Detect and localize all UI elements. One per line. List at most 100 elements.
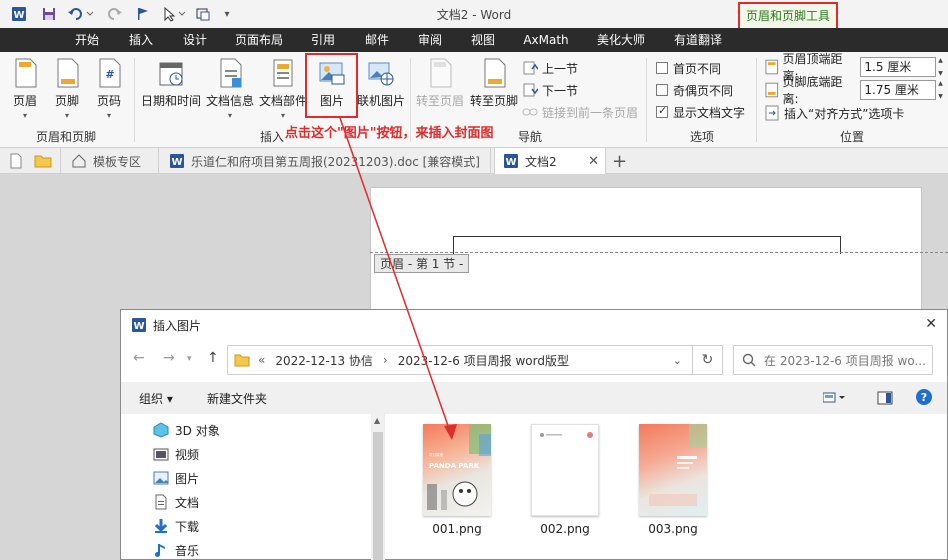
back-arrow-icon[interactable]: ← — [133, 350, 145, 366]
different-odd-even-checkbox[interactable]: 奇偶页不同 — [656, 80, 733, 100]
quickparts-button[interactable]: 文档部件 ▾ — [258, 58, 308, 120]
checkbox-checked-icon[interactable] — [656, 104, 668, 118]
address-bar[interactable]: « 2022-12-13 协信 › 2023-12-6 项目周报 word版型 … — [227, 345, 693, 375]
template-zone-tab[interactable]: 模板专区 — [60, 148, 151, 174]
file-item-003[interactable]: 003.png — [633, 424, 713, 536]
sidebar-item-videos[interactable]: 视频 — [153, 443, 199, 465]
preview-pane-icon[interactable] — [877, 391, 893, 408]
spinner-arrows-icon[interactable]: ▲ ▼ — [938, 80, 948, 100]
breadcrumb-segment[interactable]: 2022-12-13 协信 — [275, 352, 373, 369]
checkbox-icon[interactable] — [656, 62, 668, 74]
file-thumbnail: 项目周报 PANDA PARK — [423, 424, 491, 516]
sidebar-item-music[interactable]: 音乐 — [153, 539, 199, 560]
tab-review[interactable]: 审阅 — [407, 28, 453, 52]
breadcrumb-segment[interactable]: 2023-12-6 项目周报 word版型 — [398, 352, 569, 369]
tab-view[interactable]: 视图 — [460, 28, 506, 52]
sidebar-item-documents[interactable]: 文档 — [153, 491, 199, 513]
insert-picture-dialog: W 插入图片 ✕ ← → ▾ ↑ « 2022-12-13 协信 › 2023-… — [120, 309, 948, 560]
docinfo-button[interactable]: 文档信息 ▾ — [204, 58, 256, 120]
close-tab-icon[interactable]: ✕ — [588, 154, 599, 169]
document-info-icon — [220, 58, 242, 88]
scrollbar-thumb[interactable] — [373, 432, 383, 560]
spinner-arrows-icon[interactable]: ▲ ▼ — [938, 57, 948, 77]
scroll-up-icon[interactable]: ▲ — [374, 416, 380, 425]
page-number-label: 页码 — [96, 94, 121, 108]
goto-header-button[interactable]: 转至页眉 — [414, 58, 466, 109]
help-icon[interactable]: ? — [915, 388, 933, 409]
sidebar-label: 文档 — [175, 495, 200, 510]
sidebar-item-pictures[interactable]: 图片 — [153, 467, 199, 489]
new-document-icon[interactable] — [8, 148, 24, 174]
tab-axmath[interactable]: AxMath — [516, 28, 576, 52]
svg-text:#: # — [105, 68, 114, 81]
header-top-distance-input[interactable]: 1.5 厘米 — [860, 57, 937, 77]
tab-insert[interactable]: 插入 — [116, 28, 166, 52]
calendar-icon — [159, 62, 183, 86]
up-arrow-icon[interactable]: ↑ — [207, 350, 219, 366]
view-options-icon[interactable] — [822, 392, 847, 407]
cover-preview: 项目周报 PANDA PARK — [427, 424, 491, 510]
show-document-text-checkbox[interactable]: 显示文档文字 — [656, 102, 745, 122]
footer-button[interactable]: 页脚 ▾ — [50, 58, 84, 120]
checkbox-icon[interactable] — [656, 84, 668, 96]
tab-references[interactable]: 引用 — [300, 28, 346, 52]
footer-bottom-distance-input[interactable]: 1.75 厘米 — [860, 80, 937, 100]
navigation-scrollbar[interactable]: ▲ — [371, 414, 385, 560]
different-first-page-label: 首页不同 — [673, 61, 722, 76]
header-button[interactable]: 页眉 ▾ — [8, 58, 42, 120]
datetime-button[interactable]: 日期和时间 — [140, 58, 202, 109]
close-icon[interactable]: ✕ — [925, 316, 937, 332]
different-first-page-checkbox[interactable]: 首页不同 — [656, 58, 721, 78]
group-label-options: 选项 — [690, 130, 715, 144]
search-input[interactable]: 在 2023-12-6 项目周报 wo... — [733, 345, 933, 375]
word-logo-icon: W — [132, 318, 146, 332]
tab-youdao[interactable]: 有道翻译 — [665, 28, 731, 52]
prev-section-button[interactable]: 上一节 — [522, 58, 578, 78]
sidebar-label: 图片 — [175, 471, 200, 486]
recent-dropdown-icon[interactable]: ▾ — [187, 354, 192, 364]
alignment-tab-icon — [765, 105, 779, 121]
file-name: 001.png — [432, 522, 482, 536]
tab-page-layout[interactable]: 页面布局 — [226, 28, 292, 52]
breadcrumb-overflow[interactable]: « — [258, 353, 265, 367]
insert-alignment-tab-button[interactable]: 插入“对齐方式”选项卡 — [764, 103, 904, 123]
refresh-icon[interactable]: ↻ — [693, 345, 723, 375]
sidebar-item-downloads[interactable]: 下载 — [153, 515, 199, 537]
link-previous-button[interactable]: 链接到前一条页眉 — [522, 102, 638, 122]
sidebar-item-3d-objects[interactable]: 3D 对象 — [153, 419, 220, 441]
goto-footer-button[interactable]: 转至页脚 — [468, 58, 520, 109]
organize-button[interactable]: 组织 ▾ — [139, 390, 173, 407]
svg-text:?: ? — [921, 391, 927, 404]
different-odd-even-label: 奇偶页不同 — [673, 83, 734, 98]
picture-icon — [153, 471, 169, 485]
video-icon — [153, 448, 169, 461]
open-folder-icon[interactable] — [34, 148, 52, 174]
tab-home[interactable]: 开始 — [62, 28, 112, 52]
page-number-button[interactable]: # 页码 ▾ — [92, 58, 126, 120]
forward-arrow-icon[interactable]: → — [163, 350, 175, 366]
picture-button-highlight — [305, 53, 358, 118]
chevron-down-icon[interactable]: ⌄ — [673, 354, 682, 367]
tab-design[interactable]: 设计 — [170, 28, 220, 52]
file-item-002[interactable]: 002.png — [525, 424, 605, 536]
tab-beautify[interactable]: 美化大师 — [588, 28, 654, 52]
show-document-text-label: 显示文档文字 — [673, 105, 746, 120]
online-picture-button[interactable]: 联机图片 — [356, 58, 406, 109]
tab-mailings[interactable]: 邮件 — [354, 28, 400, 52]
document-tab-doc2[interactable]: W 文档2 ✕ — [494, 148, 606, 174]
chevron-down-icon: ▾ — [280, 111, 285, 120]
dialog-title: 插入图片 — [153, 318, 202, 333]
file-item-001[interactable]: 项目周报 PANDA PARK 001.png — [417, 424, 497, 536]
new-folder-button[interactable]: 新建文件夹 — [207, 390, 267, 407]
document-tab-weekly-report[interactable]: W 乐道仁和府项目第五周报(20231203).doc [兼容模式] — [158, 148, 491, 174]
next-section-button[interactable]: 下一节 — [522, 80, 578, 100]
folder-icon — [234, 354, 250, 367]
header-section-label: 页眉 - 第 1 节 - — [374, 254, 470, 273]
svg-text:W: W — [171, 157, 182, 168]
quick-parts-icon — [273, 59, 293, 87]
document-tab-label: 乐道仁和府项目第五周报(20231203).doc [兼容模式] — [191, 154, 480, 169]
goto-header-icon — [430, 58, 452, 88]
new-tab-icon[interactable]: + — [612, 148, 627, 174]
group-separator — [134, 58, 135, 142]
home-icon — [72, 154, 86, 168]
